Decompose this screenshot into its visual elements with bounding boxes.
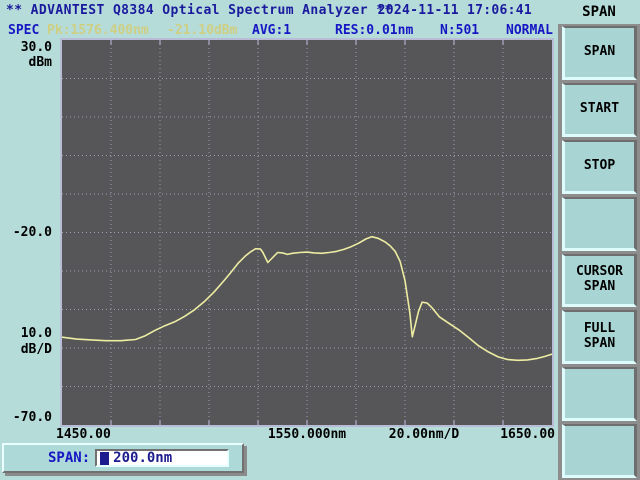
x-axis-min-label: 1450.00 — [56, 427, 111, 442]
text-cursor — [100, 452, 109, 465]
y-axis-min-label: -70.0 — [13, 410, 52, 425]
app-title: ** ADVANTEST Q8384 Optical Spectrum Anal… — [6, 3, 393, 18]
softkey-blank-1[interactable] — [562, 197, 637, 251]
softkey-blank-3[interactable] — [562, 424, 637, 478]
datetime: 2024-11-11 17:06:41 — [378, 3, 532, 18]
x-axis-labels: 1450.00 1550.000nm 20.00nm/D 1650.00 — [0, 427, 558, 443]
softkey-menu-title: SPAN — [558, 0, 640, 24]
mode-label: SPEC — [8, 23, 39, 38]
softkey-full-span[interactable]: FULL SPAN — [562, 310, 637, 364]
y-axis-per-div-unit-label: dB/D — [21, 342, 52, 357]
title-bar: ** ADVANTEST Q8384 Optical Spectrum Anal… — [0, 0, 558, 22]
span-value: 200.0nm — [113, 450, 172, 466]
plot-area[interactable] — [60, 38, 554, 427]
y-axis-per-div-label: 10.0 — [21, 326, 52, 341]
softkey-panel: SPAN START STOP CURSOR SPAN FULL SPAN — [558, 24, 640, 480]
x-axis-max-label: 1650.00 — [500, 427, 555, 442]
x-axis-per-div-label: 20.00nm/D — [389, 427, 459, 442]
softkey-blank-2[interactable] — [562, 367, 637, 421]
y-axis-unit-label: dBm — [29, 55, 52, 70]
softkey-stop[interactable]: STOP — [562, 140, 637, 194]
softkey-start[interactable]: START — [562, 83, 637, 137]
span-entry-panel: SPAN: 200.0nm — [2, 443, 244, 473]
softkey-span[interactable]: SPAN — [562, 26, 637, 80]
softkey-cursor-span[interactable]: CURSOR SPAN — [562, 254, 637, 308]
resolution-readout: RES:0.01nm — [335, 23, 413, 38]
span-entry-label: SPAN: — [48, 450, 90, 466]
x-axis-center-label: 1550.000nm — [268, 427, 346, 442]
y-axis-labels: 30.0 dBm -20.0 10.0 dB/D -70.0 — [0, 40, 56, 425]
sample-points-readout: N:501 — [440, 23, 479, 38]
peak-level-readout: -21.10dBm — [167, 23, 237, 38]
y-axis-max-label: 30.0 — [21, 40, 52, 55]
sweep-mode-readout: NORMAL — [506, 23, 553, 38]
y-axis-mid-label: -20.0 — [13, 225, 52, 240]
averaging-readout: AVG:1 — [252, 23, 291, 38]
spectrum-trace — [62, 237, 552, 361]
spectrum-plot-svg — [62, 40, 552, 425]
span-input[interactable]: 200.0nm — [95, 449, 229, 467]
peak-wavelength-readout: Pk:1576.400nm — [47, 23, 149, 38]
